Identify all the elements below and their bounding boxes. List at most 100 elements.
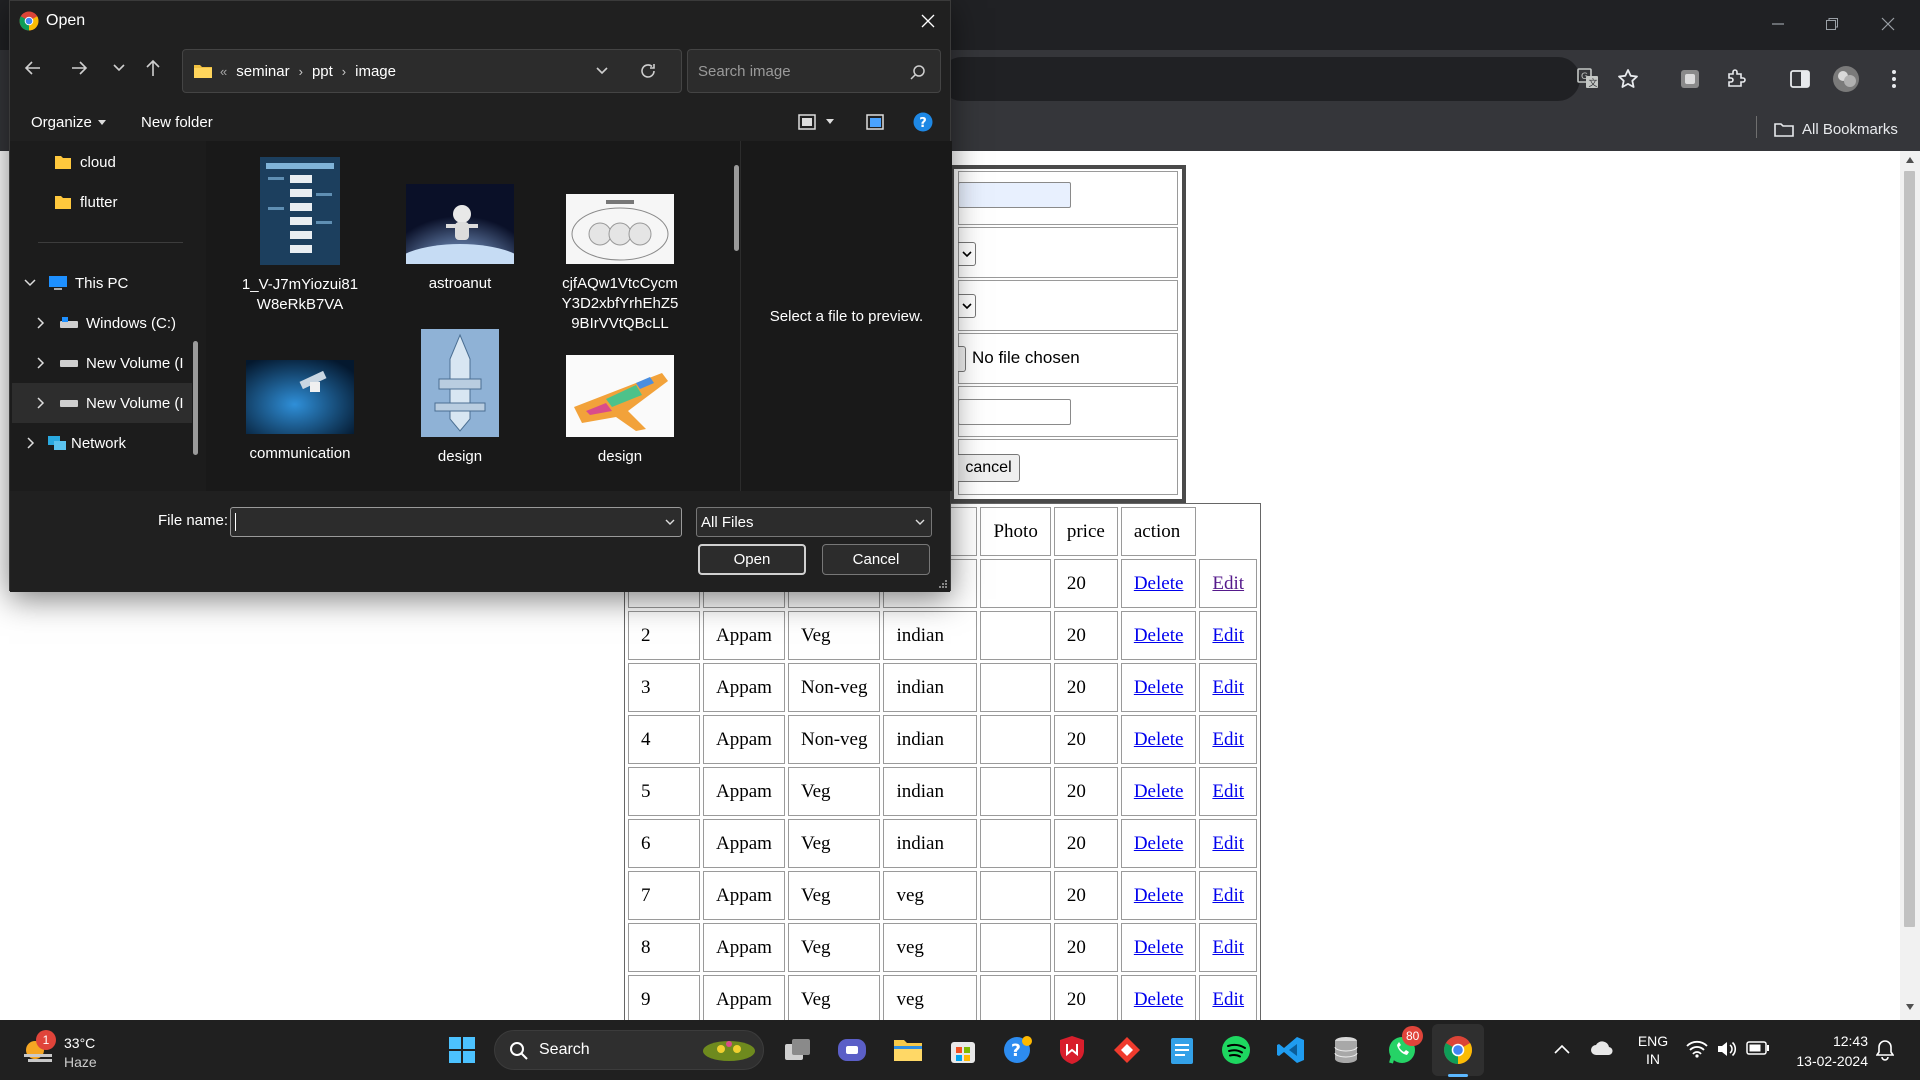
delete-link[interactable]: Delete: [1134, 781, 1184, 802]
delete-link[interactable]: Delete: [1134, 677, 1184, 698]
new-folder-button[interactable]: New folder: [141, 114, 213, 131]
extensions-puzzle-icon[interactable]: [1720, 63, 1752, 95]
breadcrumb-overflow[interactable]: «: [220, 64, 227, 79]
edit-link[interactable]: Edit: [1212, 573, 1244, 594]
translate-icon[interactable]: G文: [1572, 63, 1604, 95]
dialog-search-input[interactable]: Search image: [687, 49, 941, 93]
edit-link[interactable]: Edit: [1212, 677, 1244, 698]
file-tile[interactable]: cjfAQw1VtcCycm Y3D2xbfYrhEhZ5 9BIrVVtQBc…: [540, 157, 700, 334]
dialog-cancel-button[interactable]: Cancel: [822, 544, 930, 575]
help-icon[interactable]: ?: [913, 112, 933, 132]
type-select[interactable]: [958, 242, 976, 266]
edit-link[interactable]: Edit: [1212, 781, 1244, 802]
menu-dots-icon[interactable]: [1878, 63, 1910, 95]
notifications-bell-icon[interactable]: [1876, 1039, 1894, 1061]
delete-link[interactable]: Delete: [1134, 833, 1184, 854]
dialog-close-button[interactable]: [908, 5, 948, 37]
profile-avatar[interactable]: [1830, 63, 1862, 95]
cancel-button[interactable]: cancel: [958, 454, 1020, 482]
file-tile[interactable]: design: [380, 329, 540, 467]
edit-link[interactable]: Edit: [1212, 937, 1244, 958]
back-button[interactable]: [24, 59, 42, 77]
category-select[interactable]: [958, 294, 976, 318]
forward-button[interactable]: [70, 59, 88, 77]
get-help-icon[interactable]: ?: [997, 1030, 1037, 1070]
organize-menu[interactable]: Organize: [31, 114, 106, 131]
delete-link[interactable]: Delete: [1134, 885, 1184, 906]
recent-locations-button[interactable]: [112, 63, 126, 73]
nav-scrollbar-thumb[interactable]: [193, 341, 198, 455]
delete-link[interactable]: Delete: [1134, 573, 1184, 594]
nav-item-this-pc[interactable]: This PC: [24, 263, 128, 303]
delete-link[interactable]: Delete: [1134, 625, 1184, 646]
notepad-icon[interactable]: [1162, 1030, 1202, 1070]
file-tile[interactable]: design: [540, 329, 700, 467]
choose-file-button[interactable]: [958, 346, 966, 372]
nav-item-network[interactable]: Network: [27, 423, 126, 463]
edit-link[interactable]: Edit: [1212, 833, 1244, 854]
delete-link[interactable]: Delete: [1134, 937, 1184, 958]
chrome-taskbar-icon[interactable]: [1438, 1030, 1478, 1070]
vscode-icon[interactable]: [1271, 1030, 1311, 1070]
breadcrumb-ppt[interactable]: ppt: [312, 63, 333, 80]
task-view-icon[interactable]: [778, 1030, 818, 1070]
minimize-button[interactable]: [1756, 8, 1800, 40]
language-indicator[interactable]: ENG IN: [1636, 1032, 1670, 1068]
anydesk-icon[interactable]: [1107, 1030, 1147, 1070]
edit-link[interactable]: Edit: [1212, 729, 1244, 750]
file-explorer-icon[interactable]: [888, 1030, 928, 1070]
bookmark-star-icon[interactable]: [1612, 63, 1644, 95]
edit-link[interactable]: Edit: [1212, 989, 1244, 1010]
restore-button[interactable]: [1810, 8, 1854, 40]
open-button[interactable]: Open: [698, 544, 806, 575]
show-hidden-icons-icon[interactable]: [1554, 1044, 1570, 1054]
address-bar[interactable]: [940, 57, 1580, 101]
breadcrumb-image[interactable]: image: [355, 63, 396, 80]
delete-link[interactable]: Delete: [1134, 989, 1184, 1010]
view-menu[interactable]: [798, 114, 834, 130]
scroll-down-icon[interactable]: [1906, 1004, 1914, 1010]
database-app-icon[interactable]: [1326, 1030, 1366, 1070]
microsoft-store-icon[interactable]: [943, 1030, 983, 1070]
edit-link[interactable]: Edit: [1212, 885, 1244, 906]
clock[interactable]: 12:43 13-02-2024: [1786, 1031, 1868, 1071]
nav-item-new-volume-2[interactable]: New Volume (I: [37, 383, 205, 423]
weather-widget[interactable]: 1 33°C Haze: [20, 1030, 130, 1072]
address-dropdown-icon[interactable]: [595, 66, 609, 76]
security-app-icon[interactable]: [1052, 1030, 1092, 1070]
file-tile[interactable]: astroanut: [380, 157, 540, 294]
edit-link[interactable]: Edit: [1212, 625, 1244, 646]
file-tile[interactable]: communication: [220, 329, 380, 464]
refresh-icon[interactable]: [639, 62, 657, 80]
chevron-down-icon[interactable]: [665, 519, 675, 526]
onedrive-icon[interactable]: [1590, 1040, 1614, 1056]
nav-item-new-volume-1[interactable]: New Volume (I: [37, 343, 205, 383]
nav-item-cloud[interactable]: cloud: [54, 142, 116, 182]
scroll-up-icon[interactable]: [1906, 157, 1914, 163]
nav-item-flutter[interactable]: flutter: [54, 182, 118, 222]
extension-icon[interactable]: [1674, 63, 1706, 95]
breadcrumb-seminar[interactable]: seminar: [236, 63, 289, 80]
delete-link[interactable]: Delete: [1134, 729, 1184, 750]
page-scrollbar[interactable]: [1900, 151, 1920, 1020]
spotify-icon[interactable]: [1216, 1030, 1256, 1070]
price-input[interactable]: [958, 399, 1071, 425]
side-panel-icon[interactable]: [1784, 63, 1816, 95]
scrollbar-thumb[interactable]: [1904, 171, 1915, 927]
resize-grip-icon[interactable]: [938, 579, 948, 589]
wifi-icon[interactable]: [1686, 1040, 1708, 1058]
start-button[interactable]: [442, 1030, 482, 1070]
file-name-input[interactable]: [230, 507, 682, 537]
volume-icon[interactable]: [1716, 1040, 1738, 1058]
up-button[interactable]: [144, 58, 162, 78]
nav-item-windows-c[interactable]: Windows (C:): [37, 303, 176, 343]
name-input[interactable]: [958, 182, 1071, 208]
preview-pane-icon[interactable]: [866, 114, 884, 130]
taskbar-search-box[interactable]: Search: [494, 1030, 764, 1070]
address-breadcrumb[interactable]: « seminar › ppt › image: [182, 49, 682, 93]
close-window-button[interactable]: [1866, 8, 1910, 40]
grid-scrollbar-thumb[interactable]: [734, 165, 739, 251]
battery-icon[interactable]: [1746, 1041, 1770, 1055]
chat-app-icon[interactable]: [832, 1030, 872, 1070]
file-tile[interactable]: 1_V-J7mYiozui81 W8eRkB7VA: [220, 157, 380, 315]
